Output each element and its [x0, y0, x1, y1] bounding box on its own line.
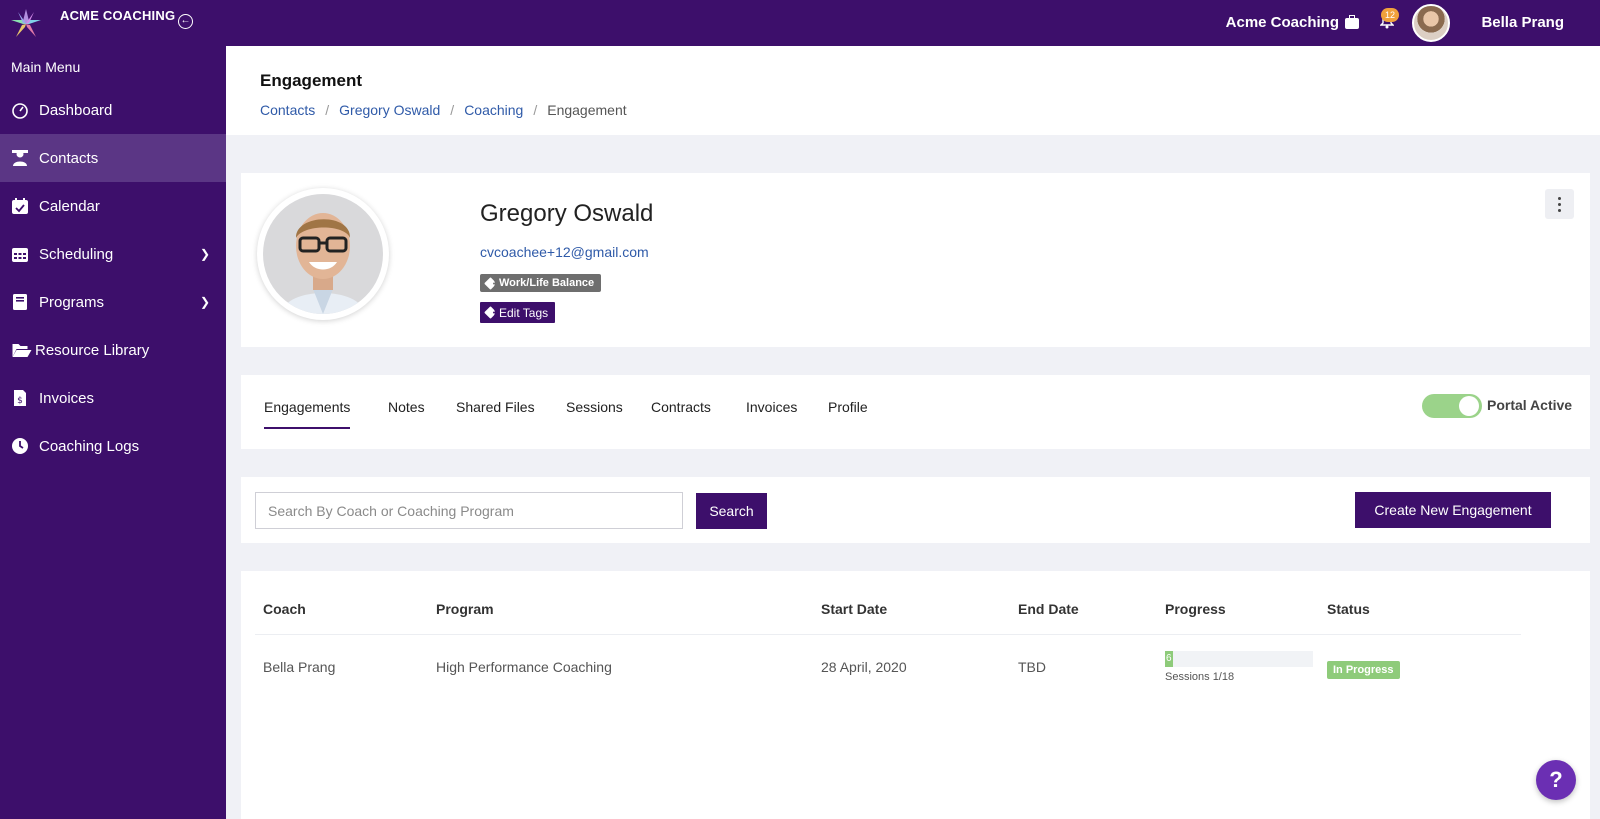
collapse-sidebar-icon[interactable]: ← [178, 14, 193, 29]
edit-tags-label: Edit Tags [499, 305, 549, 320]
column-header-coach: Coach [263, 601, 306, 617]
sidebar-item-label: Calendar [39, 197, 100, 215]
sidebar-item-resource-library[interactable]: Resource Library [0, 326, 226, 374]
sidebar-item-programs[interactable]: Programs ❯ [0, 278, 226, 326]
top-bar: ACME COACHING ← Acme Coaching 12 Bella P… [0, 0, 1600, 46]
breadcrumb-separator: / [533, 102, 538, 118]
chevron-right-icon: ❯ [199, 295, 210, 309]
breadcrumb: Contacts / Gregory Oswald / Coaching / E… [260, 102, 627, 118]
contact-avatar [263, 194, 383, 314]
breadcrumb-separator: / [325, 102, 330, 118]
progress-sessions-text: Sessions 1/18 [1165, 671, 1235, 683]
sidebar-item-contacts[interactable]: Contacts [0, 134, 226, 182]
toggle-knob [1459, 396, 1479, 416]
progress-fill: 6 [1165, 651, 1173, 667]
tab-engagements[interactable]: Engagements [264, 399, 351, 429]
help-button[interactable]: ? [1536, 760, 1576, 800]
column-header-program: Program [436, 601, 494, 617]
cell-coach: Bella Prang [263, 659, 336, 675]
menu-title: Main Menu [11, 59, 81, 75]
create-engagement-button[interactable]: Create New Engagement [1355, 492, 1551, 528]
contacts-icon [12, 150, 28, 166]
sidebar-item-dashboard[interactable]: Dashboard [0, 86, 226, 134]
page-title: Engagement [260, 71, 363, 90]
cell-end-date: TBD [1018, 659, 1046, 675]
invoice-icon: $ [14, 390, 26, 406]
company-switcher[interactable]: Acme Coaching [1226, 14, 1359, 31]
profile-card: Gregory Oswald cvcoachee+12@gmail.com Wo… [241, 173, 1590, 347]
search-input[interactable] [255, 492, 683, 529]
sidebar-item-invoices[interactable]: $ Invoices [0, 374, 226, 422]
chevron-right-icon: ❯ [199, 247, 210, 261]
sidebar-item-label: Invoices [39, 389, 95, 407]
page-header: Engagement Contacts / Gregory Oswald / C… [226, 46, 1600, 135]
tab-shared-files[interactable]: Shared Files [456, 399, 535, 427]
column-header-progress: Progress [1165, 601, 1226, 617]
svg-text:$: $ [17, 396, 23, 406]
breadcrumb-contacts[interactable]: Contacts [260, 102, 315, 118]
book-icon [13, 294, 27, 310]
more-options-icon[interactable] [1545, 189, 1574, 219]
acme-logo-icon[interactable] [9, 7, 43, 41]
status-badge: In Progress [1327, 661, 1400, 679]
tab-profile[interactable]: Profile [828, 399, 868, 427]
tab-notes[interactable]: Notes [388, 399, 425, 427]
progress-bar: 6 [1165, 651, 1313, 667]
breadcrumb-contact-name[interactable]: Gregory Oswald [339, 102, 440, 118]
sidebar-item-label: Contacts [39, 149, 99, 167]
cell-program: High Performance Coaching [436, 659, 612, 675]
breadcrumb-coaching[interactable]: Coaching [464, 102, 523, 118]
calendar-check-icon [12, 198, 28, 214]
folder-open-icon [12, 344, 32, 357]
edit-tags-button[interactable]: Edit Tags [480, 302, 556, 323]
search-button[interactable]: Search [696, 493, 767, 529]
sidebar-item-label: Coaching Logs [39, 437, 140, 455]
user-avatar[interactable] [1412, 4, 1450, 42]
portal-active-toggle[interactable] [1422, 394, 1482, 418]
calendar-grid-icon [12, 248, 28, 262]
brand-name: ACME COACHING [60, 8, 176, 23]
column-header-end-date: End Date [1018, 601, 1079, 617]
company-name: Acme Coaching [1225, 14, 1339, 31]
sidebar-item-calendar[interactable]: Calendar [0, 182, 226, 230]
sidebar-item-scheduling[interactable]: Scheduling ❯ [0, 230, 226, 278]
table-divider [255, 634, 1521, 635]
tabs-bar: Engagements Notes Shared Files Sessions … [241, 375, 1590, 449]
search-bar: Search Create New Engagement [241, 477, 1590, 543]
column-header-status: Status [1327, 601, 1370, 617]
sidebar-item-label: Programs [39, 293, 105, 311]
breadcrumb-separator: / [450, 102, 455, 118]
dashboard-icon [12, 103, 28, 119]
sidebar-item-label: Scheduling [39, 245, 114, 263]
tab-sessions[interactable]: Sessions [566, 399, 623, 427]
briefcase-icon [1345, 15, 1359, 29]
notification-count-badge: 12 [1381, 8, 1399, 22]
sidebar: Main Menu Dashboard Contacts Calendar Sc… [0, 46, 226, 819]
clock-icon [12, 438, 28, 454]
tag-label: Work/Life Balance [499, 277, 595, 289]
tab-invoices[interactable]: Invoices [746, 399, 797, 427]
cell-start-date: 28 April, 2020 [821, 659, 907, 675]
tag-badge[interactable]: Work/Life Balance [480, 274, 602, 292]
engagements-table: Coach Program Start Date End Date Progre… [241, 571, 1590, 819]
contact-email-link[interactable]: cvcoachee+12@gmail.com [480, 244, 649, 260]
tag-icon [484, 276, 497, 290]
contact-photo [257, 188, 389, 320]
contact-name: Gregory Oswald [480, 200, 654, 227]
user-name[interactable]: Bella Prang [1481, 14, 1564, 31]
column-header-start-date: Start Date [821, 601, 888, 617]
tab-contracts[interactable]: Contracts [651, 399, 711, 427]
tag-icon [484, 306, 497, 319]
breadcrumb-current: Engagement [547, 102, 627, 118]
sidebar-item-coaching-logs[interactable]: Coaching Logs [0, 422, 226, 470]
portal-active-label: Portal Active [1487, 397, 1573, 413]
sidebar-item-label: Dashboard [39, 101, 113, 119]
sidebar-item-label: Resource Library [35, 341, 150, 359]
